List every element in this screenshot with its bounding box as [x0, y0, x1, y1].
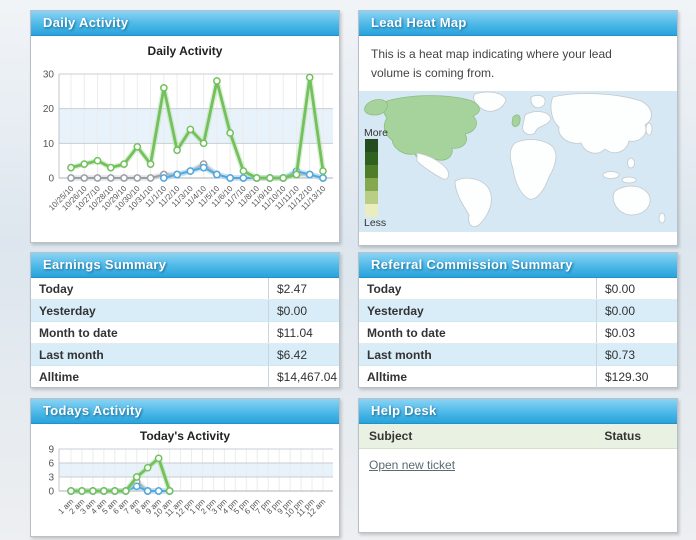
- earnings-summary-panel-title: Earnings Summary: [31, 253, 339, 278]
- referral-row-last-month: Last month $0.73: [359, 344, 677, 366]
- row-label: Today: [39, 281, 74, 296]
- heat-map-description: This is a heat map indicating where your…: [371, 47, 612, 80]
- row-value: $0.00: [596, 278, 677, 299]
- row-label: Alltime: [367, 370, 408, 384]
- earnings-summary-panel: Earnings Summary Today $2.47 Yesterday $…: [30, 252, 340, 388]
- row-label: Last month: [367, 347, 432, 362]
- referral-row-month-to-date: Month to date $0.03: [359, 322, 677, 344]
- earnings-row-month-to-date: Month to date $11.04: [31, 322, 339, 344]
- lead-heat-map-panel-title: Lead Heat Map: [359, 11, 677, 36]
- status-column-header: Status: [604, 429, 641, 443]
- legend-color-swatch: [365, 165, 378, 179]
- legend-color-swatch: [365, 178, 378, 192]
- help-desk-panel: Help Desk Subject Status Open new ticket: [358, 398, 678, 533]
- world-map-graphic: [359, 91, 677, 233]
- open-new-ticket-link[interactable]: Open new ticket: [369, 458, 455, 472]
- todays-activity-chart-title: Today's Activity: [139, 429, 231, 443]
- help-desk-table-header: Subject Status: [359, 424, 677, 449]
- legend-more-label: More: [364, 127, 388, 140]
- daily-activity-panel-title: Daily Activity: [31, 11, 339, 36]
- earnings-row-today: Today $2.47: [31, 278, 339, 300]
- row-value: $0.00: [268, 300, 339, 321]
- row-label: Month to date: [367, 325, 446, 340]
- daily-activity-panel: Daily Activity Daily Activity 0 10 20 30 10/…: [30, 10, 340, 243]
- legend-color-swatch: [365, 191, 378, 205]
- world-heat-map: More Less: [359, 91, 677, 233]
- region-indonesia-2: [621, 176, 637, 184]
- legend-color-scale: [364, 139, 398, 218]
- svg-text:10: 10: [43, 139, 55, 150]
- svg-text:30: 30: [43, 70, 55, 81]
- region-united-kingdom: [511, 114, 521, 128]
- legend-color-swatch: [365, 204, 378, 218]
- svg-text:6: 6: [48, 459, 54, 470]
- region-indonesia: [602, 171, 620, 180]
- row-value: $0.03: [596, 322, 677, 343]
- svg-text:3: 3: [48, 473, 54, 484]
- svg-text:0: 0: [48, 487, 54, 498]
- svg-text:9: 9: [48, 445, 54, 456]
- row-label: Last month: [39, 347, 104, 362]
- todays-activity-panel-title: Todays Activity: [31, 399, 339, 424]
- legend-less-label: Less: [364, 217, 387, 230]
- row-label: Today: [367, 281, 402, 296]
- svg-text:20: 20: [43, 104, 55, 115]
- row-label: Alltime: [39, 370, 80, 384]
- daily-activity-chart-title: Daily Activity: [147, 44, 223, 58]
- legend-color-swatch: [365, 139, 378, 153]
- referral-row-today: Today $0.00: [359, 278, 677, 300]
- daily-activity-chart: 010203010/25/1010/26/1010/27/1010/28/101…: [43, 70, 333, 212]
- region-new-zealand: [658, 212, 666, 224]
- earnings-row-last-month: Last month $6.42: [31, 344, 339, 366]
- referral-summary-panel-title: Referral Commission Summary: [359, 253, 677, 278]
- row-value: $14,467.04: [268, 366, 339, 388]
- row-label: Yesterday: [367, 303, 424, 318]
- subject-column-header: Subject: [369, 429, 413, 443]
- region-japan: [645, 122, 653, 136]
- row-value: $2.47: [268, 278, 339, 299]
- todays-activity-chart: 03691 am2 am3 am4 am5 am6 am7 am8 am9 am…: [48, 445, 333, 519]
- todays-activity-panel: Todays Activity Today's Activity 03691 a…: [30, 398, 340, 537]
- row-value: $0.73: [596, 344, 677, 365]
- row-value: $11.04: [268, 322, 339, 343]
- referral-row-alltime: Alltime $129.30: [359, 366, 677, 388]
- referral-commission-summary-panel: Referral Commission Summary Today $0.00 …: [358, 252, 678, 388]
- row-value: $129.30: [596, 366, 677, 388]
- region-philippines: [627, 157, 635, 169]
- region-scandinavia: [530, 95, 546, 109]
- lead-heat-map-panel: Lead Heat Map This is a heat map indicat…: [358, 10, 678, 246]
- earnings-row-alltime: Alltime $14,467.04: [31, 366, 339, 388]
- row-label: Month to date: [39, 325, 118, 340]
- row-value: $6.42: [268, 344, 339, 365]
- heat-map-legend: More Less: [364, 127, 398, 229]
- help-desk-panel-title: Help Desk: [359, 399, 677, 424]
- row-label: Yesterday: [39, 303, 96, 318]
- referral-row-yesterday: Yesterday $0.00: [359, 300, 677, 322]
- row-value: $0.00: [596, 300, 677, 321]
- legend-color-swatch: [365, 152, 378, 166]
- earnings-row-yesterday: Yesterday $0.00: [31, 300, 339, 322]
- svg-text:0: 0: [48, 174, 54, 185]
